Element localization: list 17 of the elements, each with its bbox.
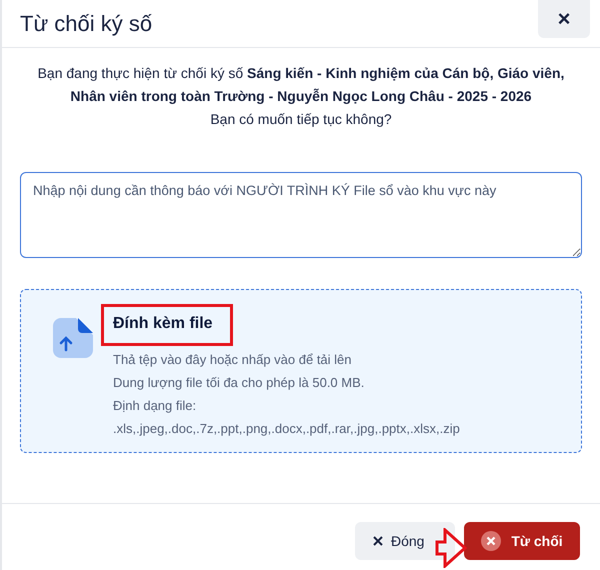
confirmation-question: Bạn có muốn tiếp tục không? (209, 110, 393, 129)
close-icon (373, 536, 383, 546)
file-drop-zone[interactable]: Đính kèm file Thả tệp vào đây hoặc nhấp vào để tải lên Dung lượng file tối đa cho phép là 50.0 MB. Định dạng file: .xls,.jpeg,.doc,.7z,.ppt,.png,.docx,.pdf,.rar,.jpg,.pptx,.xlsx,.zip (20, 289, 582, 453)
upload-hint-text: Thả tệp vào đây hoặc nhấp vào để tải lên (113, 351, 353, 369)
confirmation-message: Bạn đang thực hiện từ chối ký số Sáng kiến - Kinh nghiệm của Cán bộ, Giáo viên, Nhân viên trong toàn Trường - Nguyễn Ngọc Long Châu - 2025 - 2026 (36, 64, 566, 106)
close-icon (481, 531, 502, 551)
note-field[interactable]: Nhập nội dung cần thông báo với NGƯỜI TRÌNH KÝ File sổ vào khu vực này (20, 172, 582, 258)
attach-file-title: Đính kèm file (113, 314, 213, 334)
close-button[interactable]: Đóng (355, 522, 455, 560)
reject-button[interactable]: Từ chối (464, 522, 580, 560)
close-button[interactable]: × (538, 0, 590, 38)
upload-hint-text: .xls,.jpeg,.doc,.7z,.ppt,.png,.docx,.pdf,.rar,.jpg,.pptx,.xlsx,.zip (113, 420, 460, 438)
upload-hint-text: Định dạng file: (113, 397, 198, 415)
file-upload-icon (53, 318, 93, 358)
arrow-icon (435, 528, 467, 568)
dialog-title: Từ chối ký số (20, 10, 152, 38)
upload-hint-text: Dung lượng file tối đa cho phép là 50.0 MB. (113, 374, 366, 392)
